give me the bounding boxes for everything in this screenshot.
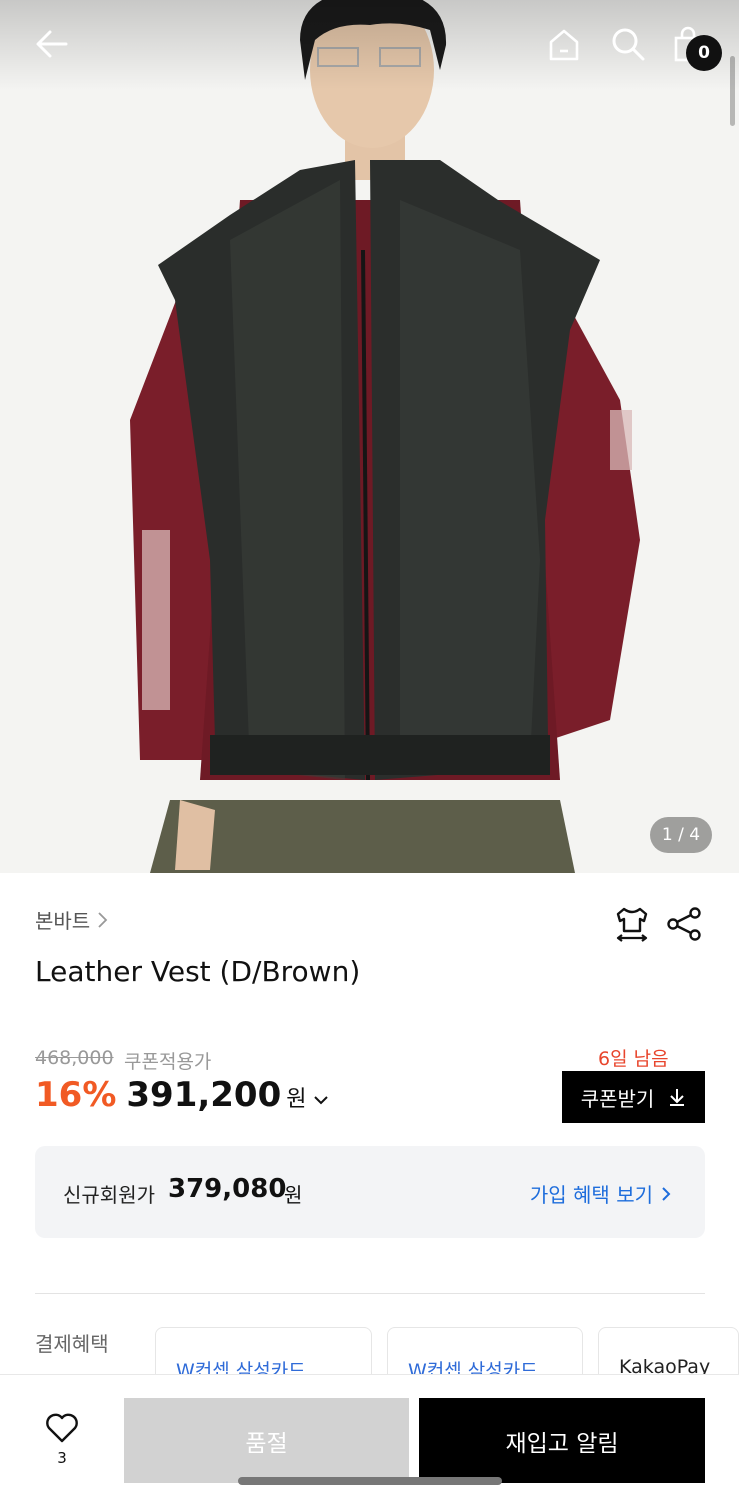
search-button[interactable]	[608, 22, 648, 66]
size-guide-button[interactable]	[612, 905, 652, 949]
home-button[interactable]	[544, 22, 584, 66]
new-member-currency: 원	[284, 1183, 303, 1207]
wishlist-count: 3	[57, 1449, 67, 1467]
new-member-label: 신규회원가	[63, 1183, 155, 1207]
home-indicator	[238, 1477, 502, 1485]
sale-price: 391,200	[126, 1075, 282, 1115]
search-icon	[612, 28, 645, 61]
coupon-days-left: 6일 남음	[598, 1048, 669, 1070]
home-icon	[549, 29, 579, 61]
share-button[interactable]	[665, 906, 703, 946]
payment-benefit-label: 결제혜택	[35, 1332, 109, 1356]
product-image-gallery[interactable]: 0 1 / 4	[0, 0, 739, 873]
scrollbar[interactable]	[730, 56, 735, 126]
currency-unit: 원	[286, 1087, 307, 1112]
share-icon	[667, 907, 701, 941]
soldout-button: 품절	[124, 1398, 409, 1483]
new-member-price: 379,080	[168, 1174, 287, 1204]
new-member-price-box: 신규회원가 379,080 원 가입 혜택 보기	[35, 1146, 705, 1238]
chevron-down-icon	[313, 1096, 328, 1105]
section-divider	[35, 1293, 705, 1294]
image-page-indicator: 1 / 4	[650, 817, 712, 853]
chevron-right-icon	[98, 911, 108, 928]
heart-icon	[46, 1413, 78, 1443]
wishlist-button[interactable]: 3	[40, 1413, 84, 1467]
brand-name: 본바트	[35, 909, 91, 933]
tshirt-size-icon	[616, 907, 648, 942]
signup-benefit-link[interactable]: 가입 혜택 보기	[530, 1179, 671, 1208]
back-button[interactable]	[30, 22, 74, 66]
product-photo	[0, 0, 739, 873]
get-coupon-button[interactable]: 쿠폰받기	[562, 1071, 705, 1123]
brand-link[interactable]: 본바트	[35, 905, 108, 934]
arrow-left-icon	[36, 30, 68, 58]
chevron-right-icon	[662, 1186, 671, 1201]
original-price: 468,000	[35, 1047, 114, 1069]
restock-alert-button[interactable]: 재입고 알림	[419, 1398, 705, 1483]
cart-count-badge: 0	[686, 35, 722, 71]
get-coupon-label: 쿠폰받기	[580, 1086, 655, 1111]
price-row[interactable]: 16% 391,200 원	[35, 1075, 329, 1115]
coupon-price-label: 쿠폰적용가	[124, 1051, 212, 1073]
discount-rate: 16%	[35, 1075, 117, 1115]
product-title: Leather Vest (D/Brown)	[35, 955, 361, 988]
download-icon	[670, 1089, 685, 1106]
signup-benefit-label: 가입 혜택 보기	[529, 1183, 653, 1207]
